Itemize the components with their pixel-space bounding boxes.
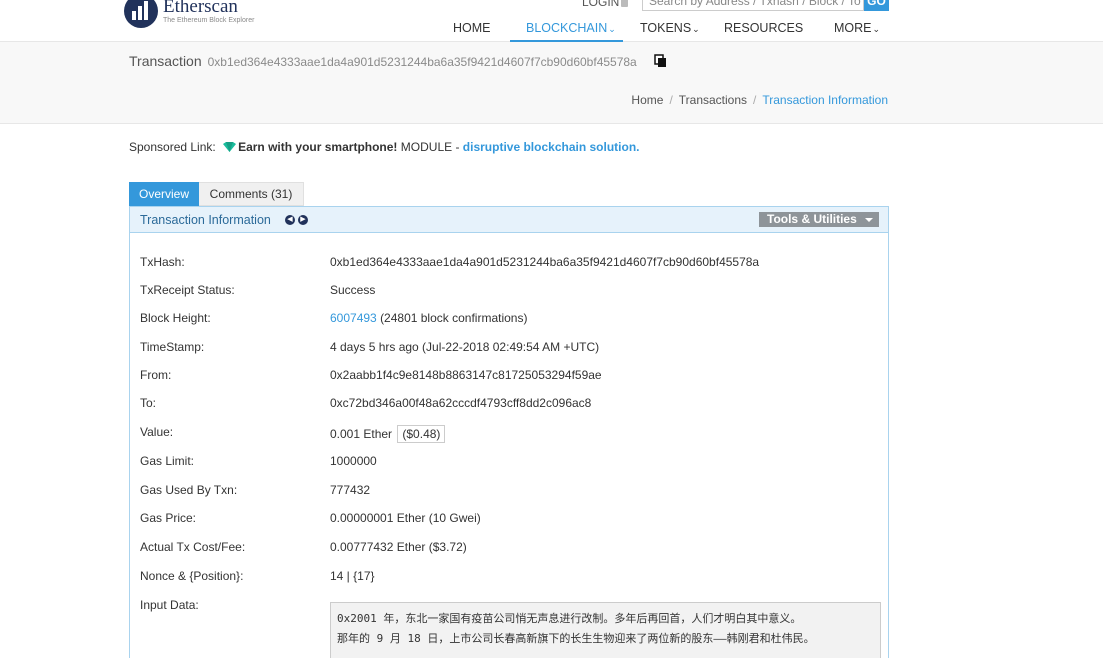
block-height-link[interactable]: 6007493	[330, 311, 377, 325]
input-data-textarea[interactable]: 0x2001 年，东北一家国有疫苗公司悄无声息进行改制。多年后再回首，人们才明白…	[330, 602, 881, 658]
module-logo-icon	[223, 142, 237, 152]
transaction-panel: Transaction Information ◀ ▶ Tools & Util…	[129, 206, 889, 658]
block-confirmations: (24801 block confirmations)	[380, 311, 528, 325]
lock-icon	[621, 0, 629, 7]
breadcrumb-home[interactable]: Home	[631, 93, 663, 107]
tab-comments[interactable]: Comments (31)	[199, 182, 304, 206]
caret-down-icon	[865, 218, 873, 222]
nav-blockchain-label: BLOCKCHAIN	[526, 21, 608, 35]
tools-utilities-label: Tools & Utilities	[767, 212, 857, 226]
input-data-line-1: 0x2001 年，东北一家国有疫苗公司悄无声息进行改制。多年后再回首，人们才明白…	[337, 612, 802, 625]
status-value: Success	[330, 283, 376, 297]
copy-icon[interactable]	[654, 54, 667, 67]
value-usd-badge: ($0.48)	[397, 425, 446, 443]
to-address-link[interactable]: 0xc72bd346a00f48a62cccdf4793cff8dd2c096a…	[330, 396, 591, 410]
nonce-label: Nonce & {Position}:	[140, 569, 244, 583]
fee-value: 0.00777432 Ether ($3.72)	[330, 540, 467, 554]
gas-limit-label: Gas Limit:	[140, 454, 195, 468]
fee-label: Actual Tx Cost/Fee:	[140, 540, 246, 554]
page-title-label: Transaction	[129, 53, 202, 69]
input-data-line-2: 那年的 9 月 18 日，上市公司长春高新旗下的长生生物迎来了两位新的股东——韩…	[337, 632, 815, 645]
sponsored-headline[interactable]: Earn with your smartphone!	[238, 140, 397, 154]
etherscan-logo-icon	[124, 0, 158, 28]
nav-tokens-label: TOKENS	[640, 21, 692, 35]
gas-price-label: Gas Price:	[140, 511, 197, 525]
input-data-label: Input Data:	[140, 598, 199, 612]
top-navbar: Etherscan The Ethereum Block Explorer LO…	[0, 0, 1103, 42]
sponsored-link: Sponsored Link: Earn with your smartphon…	[129, 140, 640, 154]
nav-home[interactable]: HOME	[453, 21, 491, 35]
previous-tx-icon[interactable]: ◀	[285, 215, 295, 225]
timestamp-label: TimeStamp:	[140, 340, 205, 354]
search-go-button[interactable]: GO	[864, 0, 889, 11]
value-label: Value:	[140, 425, 174, 439]
nav-more-label: MORE	[834, 21, 872, 35]
page-title: Transaction 0xb1ed364e4333aae1da4a901d523…	[129, 53, 637, 69]
value-amount: 0.001 Ether	[330, 427, 393, 441]
status-label: TxReceipt Status:	[140, 283, 235, 297]
sponsored-middle: MODULE -	[400, 140, 460, 154]
chevron-down-icon: ⌄	[608, 24, 616, 34]
nav-resources-label: RESOURCES	[724, 21, 804, 35]
breadcrumb-transactions[interactable]: Transactions	[679, 93, 747, 107]
from-address-link[interactable]: 0x2aabb1f4c9e8148b8863147c81725053294f59…	[330, 368, 602, 382]
nav-tokens[interactable]: TOKENS⌄	[640, 21, 700, 35]
sponsored-prefix: Sponsored Link:	[129, 140, 216, 154]
gas-used-value: 777432	[330, 483, 371, 497]
chevron-down-icon: ⌄	[692, 24, 700, 34]
block-height-label: Block Height:	[140, 311, 211, 325]
txhash-value: 0xb1ed364e4333aae1da4a901d5231244ba6a35f…	[330, 255, 760, 269]
breadcrumb-current: Transaction Information	[762, 93, 888, 107]
sponsored-link-text[interactable]: disruptive blockchain solution.	[463, 140, 640, 154]
brand-tagline: The Ethereum Block Explorer	[163, 17, 255, 24]
nav-home-label: HOME	[453, 21, 491, 35]
page-title-hash: 0xb1ed364e4333aae1da4a901d5231244ba6a35f…	[207, 55, 637, 69]
breadcrumb: Home / Transactions / Transaction Informatio…	[631, 93, 888, 107]
nonce-value: 14 | {17}	[330, 569, 375, 583]
gas-price-value: 0.00000001 Ether (10 Gwei)	[330, 511, 481, 525]
to-label: To:	[140, 396, 157, 410]
login-label: LOGIN	[582, 0, 620, 9]
txhash-label: TxHash:	[140, 255, 185, 269]
nav-more[interactable]: MORE⌄	[834, 21, 880, 35]
etherscan-logo[interactable]: Etherscan The Ethereum Block Explorer	[124, 0, 254, 28]
chevron-down-icon: ⌄	[872, 24, 881, 34]
tools-utilities-dropdown[interactable]: Tools & Utilities	[759, 212, 879, 227]
nav-resources[interactable]: RESOURCES	[724, 21, 803, 35]
gas-used-label: Gas Used By Txn:	[140, 483, 238, 497]
brand-name: Etherscan	[163, 0, 238, 17]
timestamp-value: 4 days 5 hrs ago (Jul-22-2018 02:49:54 A…	[330, 340, 600, 354]
next-tx-icon[interactable]: ▶	[298, 215, 308, 225]
from-label: From:	[140, 368, 172, 382]
tab-overview[interactable]: Overview	[129, 182, 199, 206]
panel-header: Transaction Information ◀ ▶ Tools & Util…	[130, 207, 888, 233]
gas-limit-value: 1000000	[330, 454, 377, 468]
panel-title: Transaction Information	[140, 213, 271, 227]
search-input[interactable]: Search by Address / Txhash / Block / To	[642, 0, 864, 11]
login-link[interactable]: LOGIN	[582, 0, 629, 9]
nav-blockchain[interactable]: BLOCKCHAIN⌄	[526, 21, 616, 35]
